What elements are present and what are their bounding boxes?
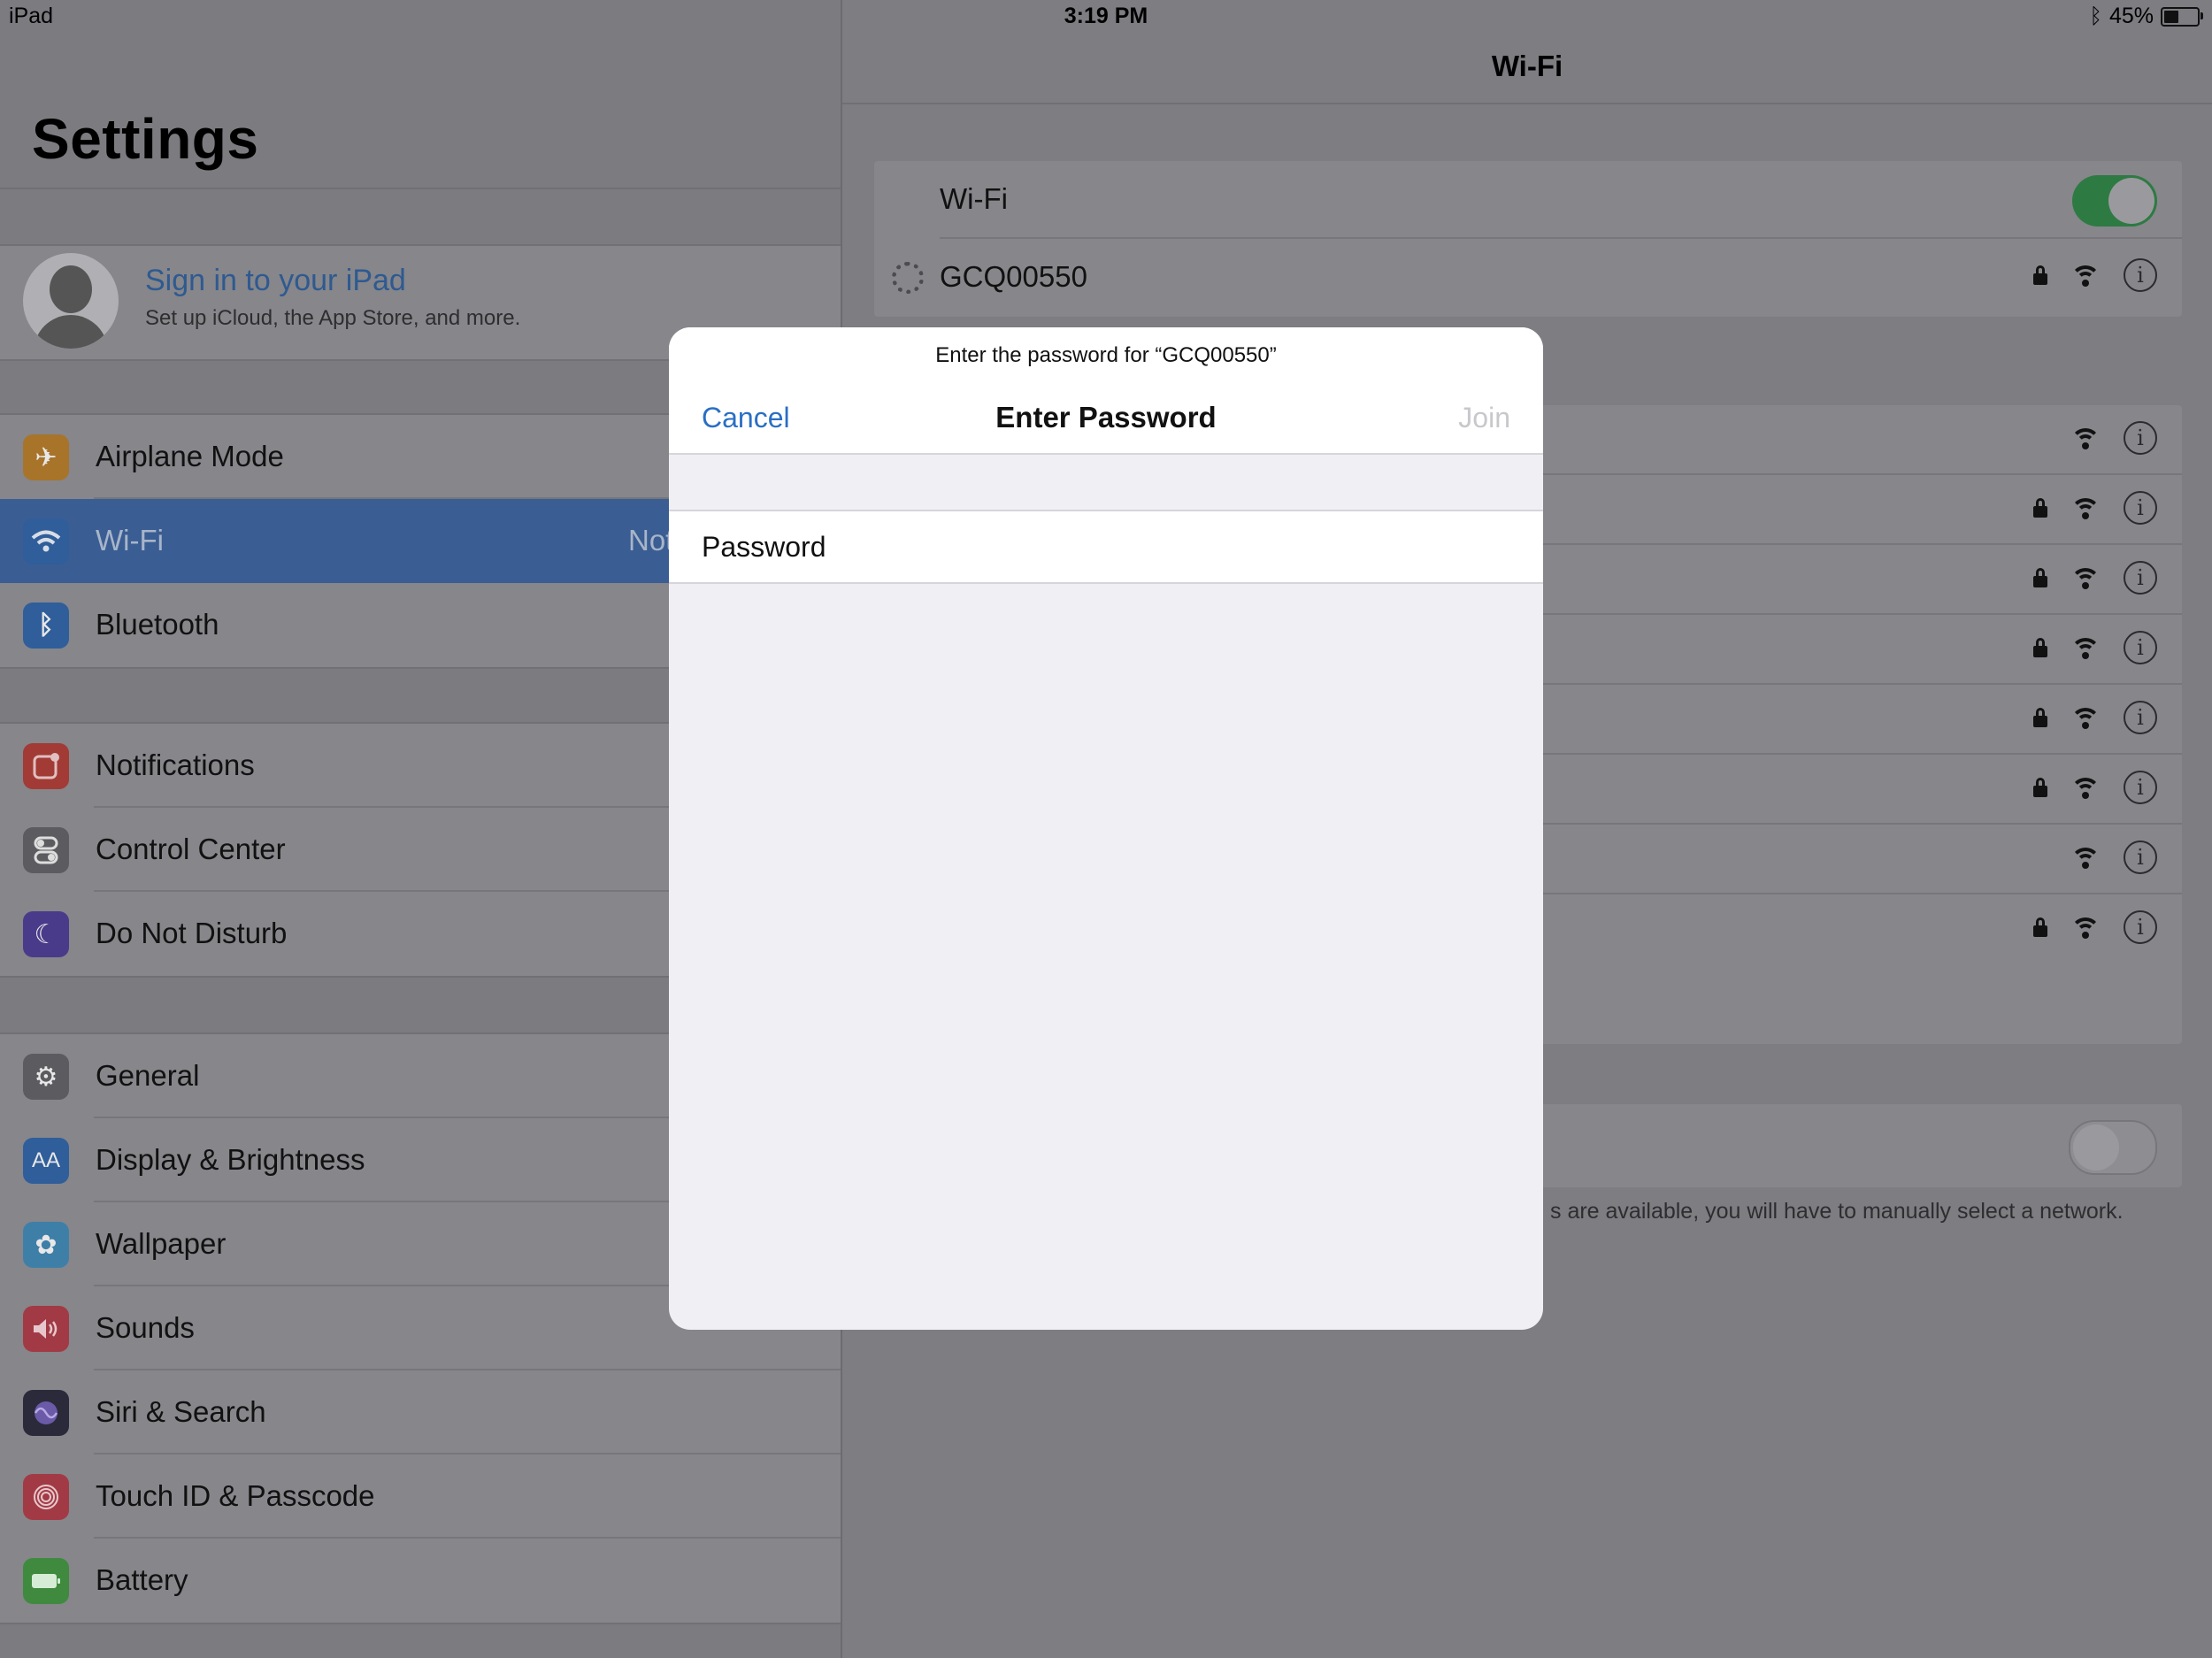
info-icon[interactable]: i xyxy=(2124,561,2157,595)
network-trailing: i xyxy=(2033,841,2157,874)
status-right: ᛒ 45% xyxy=(2089,4,2203,29)
password-sheet: Enter the password for “GCQ00550” Cancel… xyxy=(669,327,1543,1330)
sidebar-item-label: Do Not Disturb xyxy=(96,917,288,949)
sidebar-item-touch-id-passcode[interactable]: Touch ID & Passcode xyxy=(0,1455,841,1539)
network-name: GCQ00550 xyxy=(940,260,1087,293)
sidebar-item-label: Wi-Fi xyxy=(96,524,164,557)
wifi-signal-icon xyxy=(2070,776,2101,799)
ask-to-join-toggle[interactable] xyxy=(2069,1120,2157,1175)
sidebar-item-label: Display & Brightness xyxy=(96,1143,365,1176)
password-prompt: Enter the password for “GCQ00550” xyxy=(935,343,1277,367)
sidebar-item-battery[interactable]: Battery xyxy=(0,1539,841,1623)
password-field[interactable] xyxy=(899,520,1513,573)
info-icon[interactable]: i xyxy=(2124,631,2157,664)
info-icon[interactable]: i xyxy=(2124,841,2157,874)
wifi-toggle[interactable] xyxy=(2072,175,2157,226)
wifi-toggle-label: Wi-Fi xyxy=(940,182,1008,215)
nav-title: Wi-Fi xyxy=(1491,50,1563,82)
speaker-icon xyxy=(23,1306,69,1352)
wifi-card: Wi-Fi GCQ00550 i xyxy=(874,161,2182,317)
lock-icon xyxy=(2033,638,2047,657)
sign-in-label: Sign in to your iPad xyxy=(145,264,406,297)
password-row: Password xyxy=(669,510,1543,584)
battery-status-icon xyxy=(2161,6,2203,27)
sheet-title: Enter Password xyxy=(995,401,1217,434)
page-title: Settings xyxy=(32,107,259,171)
join-button[interactable]: Join xyxy=(1458,402,1510,434)
bluetooth-icon: ᛒ xyxy=(23,603,69,649)
flower-icon: ✿ xyxy=(23,1222,69,1268)
wifi-signal-icon xyxy=(2070,264,2101,287)
wifi-signal-icon xyxy=(2070,846,2101,869)
network-trailing: i xyxy=(2033,910,2157,944)
lock-icon xyxy=(2033,568,2047,587)
divider xyxy=(0,188,841,189)
info-icon[interactable]: i xyxy=(2124,771,2157,804)
lock-icon xyxy=(2033,778,2047,797)
info-icon[interactable]: i xyxy=(2124,491,2157,525)
bluetooth-status-icon: ᛒ xyxy=(2089,4,2102,28)
battery-percent: 45% xyxy=(2108,4,2154,28)
gear-icon: ⚙ xyxy=(23,1054,69,1100)
wifi-signal-icon xyxy=(2070,426,2101,449)
aa-icon: AA xyxy=(23,1138,69,1184)
wifi-signal-icon xyxy=(2070,916,2101,939)
wifi-signal-icon xyxy=(2070,636,2101,659)
network-trailing: i xyxy=(2033,258,2157,292)
sidebar-item-label: Notifications xyxy=(96,748,255,781)
info-icon[interactable]: i xyxy=(2124,910,2157,944)
siri-icon xyxy=(23,1390,69,1436)
lock-icon xyxy=(2033,708,2047,727)
info-icon[interactable]: i xyxy=(2124,421,2157,455)
network-trailing: i xyxy=(2033,421,2157,455)
wifi-signal-icon xyxy=(2070,706,2101,729)
wifi-signal-icon xyxy=(2070,496,2101,519)
network-trailing: i xyxy=(2033,771,2157,804)
control-center-icon xyxy=(23,827,69,873)
clock: 3:19 PM xyxy=(1064,4,1148,28)
network-trailing: i xyxy=(2033,631,2157,664)
current-network-row[interactable]: GCQ00550 i xyxy=(874,239,2182,317)
moon-icon: ☾ xyxy=(23,911,69,957)
lock-icon xyxy=(2033,265,2047,285)
sidebar-item-label: General xyxy=(96,1059,200,1092)
airplane-icon: ✈ xyxy=(23,434,69,480)
sidebar-item-label: Siri & Search xyxy=(96,1395,266,1428)
password-label: Password xyxy=(702,531,826,563)
sidebar-item-label: Control Center xyxy=(96,833,286,865)
network-trailing: i xyxy=(2033,491,2157,525)
sidebar-item-siri-search[interactable]: Siri & Search xyxy=(0,1370,841,1455)
wifi-icon xyxy=(23,518,69,564)
notifications-icon xyxy=(23,743,69,789)
wifi-signal-icon xyxy=(2070,566,2101,589)
sheet-header: Enter the password for “GCQ00550” Cancel… xyxy=(669,327,1543,455)
info-icon[interactable]: i xyxy=(2124,258,2157,292)
fingerprint-icon xyxy=(23,1474,69,1520)
network-trailing: i xyxy=(2033,561,2157,595)
sidebar-item-label: Airplane Mode xyxy=(96,440,284,472)
lock-icon xyxy=(2033,917,2047,937)
wifi-status-value: Not xyxy=(628,524,674,557)
status-bar: iPad 3:19 PM ᛒ 45% xyxy=(0,0,2212,35)
loading-spinner-icon xyxy=(892,262,924,294)
sidebar-item-label: Bluetooth xyxy=(96,608,219,641)
avatar xyxy=(23,253,119,349)
divider xyxy=(842,103,2212,104)
lock-icon xyxy=(2033,498,2047,518)
sidebar-item-label: Wallpaper xyxy=(96,1227,227,1260)
battery-icon xyxy=(23,1558,69,1604)
sign-in-subtitle: Set up iCloud, the App Store, and more. xyxy=(145,306,521,330)
sidebar-item-label: Sounds xyxy=(96,1311,195,1344)
wifi-toggle-row: Wi-Fi xyxy=(874,161,2182,239)
sidebar-item-label: Touch ID & Passcode xyxy=(96,1479,375,1512)
network-trailing: i xyxy=(2033,701,2157,734)
sidebar-item-label: Battery xyxy=(96,1563,188,1596)
info-icon[interactable]: i xyxy=(2124,701,2157,734)
ask-to-join-note: s are available, you will have to manual… xyxy=(1550,1199,2124,1224)
